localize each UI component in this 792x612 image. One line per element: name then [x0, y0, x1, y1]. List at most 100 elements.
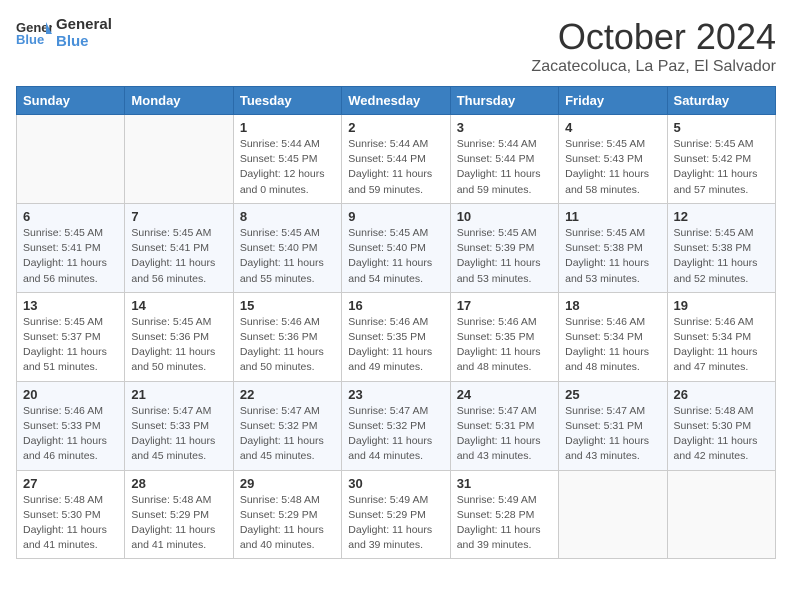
day-number: 13 — [23, 298, 118, 313]
day-cell: 11 Sunrise: 5:45 AM Sunset: 5:38 PM Dayli… — [559, 203, 667, 292]
weekday-header-thursday: Thursday — [450, 87, 558, 115]
weekday-header-monday: Monday — [125, 87, 233, 115]
day-number: 11 — [565, 209, 660, 224]
day-info: Sunrise: 5:45 AM Sunset: 5:38 PM Dayligh… — [674, 226, 769, 287]
location-title: Zacatecoluca, La Paz, El Salvador — [531, 58, 776, 76]
weekday-header-wednesday: Wednesday — [342, 87, 450, 115]
weekday-header-tuesday: Tuesday — [233, 87, 341, 115]
day-cell: 13 Sunrise: 5:45 AM Sunset: 5:37 PM Dayli… — [17, 292, 125, 381]
day-number: 31 — [457, 476, 552, 491]
day-number: 23 — [348, 387, 443, 402]
logo-icon: General Blue — [16, 18, 52, 48]
day-info: Sunrise: 5:46 AM Sunset: 5:33 PM Dayligh… — [23, 404, 118, 465]
day-cell: 20 Sunrise: 5:46 AM Sunset: 5:33 PM Dayli… — [17, 381, 125, 470]
day-number: 12 — [674, 209, 769, 224]
day-cell: 15Sunrise: 5:46 AM Sunset: 5:36 PM Dayli… — [233, 292, 341, 381]
logo: General Blue General Blue — [16, 16, 112, 50]
day-number: 27 — [23, 476, 118, 491]
day-cell: 6 Sunrise: 5:45 AM Sunset: 5:41 PM Daylig… — [17, 203, 125, 292]
day-number: 16 — [348, 298, 443, 313]
logo-text-general: General — [56, 16, 112, 33]
day-cell: 5Sunrise: 5:45 AM Sunset: 5:42 PM Daylig… — [667, 115, 775, 204]
day-info: Sunrise: 5:45 AM Sunset: 5:40 PM Dayligh… — [240, 226, 335, 287]
day-number: 19 — [674, 298, 769, 313]
day-info: Sunrise: 5:45 AM Sunset: 5:38 PM Dayligh… — [565, 226, 660, 287]
week-row-1: 1Sunrise: 5:44 AM Sunset: 5:45 PM Daylig… — [17, 115, 776, 204]
day-number: 4 — [565, 120, 660, 135]
day-info: Sunrise: 5:45 AM Sunset: 5:43 PM Dayligh… — [565, 137, 660, 198]
weekday-header-row: SundayMondayTuesdayWednesdayThursdayFrid… — [17, 87, 776, 115]
day-info: Sunrise: 5:44 AM Sunset: 5:44 PM Dayligh… — [457, 137, 552, 198]
day-info: Sunrise: 5:46 AM Sunset: 5:35 PM Dayligh… — [457, 315, 552, 376]
day-info: Sunrise: 5:47 AM Sunset: 5:31 PM Dayligh… — [457, 404, 552, 465]
weekday-header-saturday: Saturday — [667, 87, 775, 115]
day-number: 9 — [348, 209, 443, 224]
day-cell: 31Sunrise: 5:49 AM Sunset: 5:28 PM Dayli… — [450, 470, 558, 559]
day-info: Sunrise: 5:47 AM Sunset: 5:31 PM Dayligh… — [565, 404, 660, 465]
day-cell: 9 Sunrise: 5:45 AM Sunset: 5:40 PM Daylig… — [342, 203, 450, 292]
day-cell: 12 Sunrise: 5:45 AM Sunset: 5:38 PM Dayli… — [667, 203, 775, 292]
day-number: 28 — [131, 476, 226, 491]
day-number: 3 — [457, 120, 552, 135]
title-block: October 2024 Zacatecoluca, La Paz, El Sa… — [531, 16, 776, 76]
day-cell: 18Sunrise: 5:46 AM Sunset: 5:34 PM Dayli… — [559, 292, 667, 381]
week-row-5: 27 Sunrise: 5:48 AM Sunset: 5:30 PM Dayli… — [17, 470, 776, 559]
day-info: Sunrise: 5:45 AM Sunset: 5:41 PM Dayligh… — [131, 226, 226, 287]
day-cell: 8 Sunrise: 5:45 AM Sunset: 5:40 PM Daylig… — [233, 203, 341, 292]
day-info: Sunrise: 5:48 AM Sunset: 5:29 PM Dayligh… — [240, 493, 335, 554]
day-cell: 29Sunrise: 5:48 AM Sunset: 5:29 PM Dayli… — [233, 470, 341, 559]
day-number: 25 — [565, 387, 660, 402]
day-number: 1 — [240, 120, 335, 135]
day-cell: 16 Sunrise: 5:46 AM Sunset: 5:35 PM Dayli… — [342, 292, 450, 381]
day-cell: 28Sunrise: 5:48 AM Sunset: 5:29 PM Dayli… — [125, 470, 233, 559]
week-row-4: 20 Sunrise: 5:46 AM Sunset: 5:33 PM Dayli… — [17, 381, 776, 470]
day-info: Sunrise: 5:46 AM Sunset: 5:36 PM Dayligh… — [240, 315, 335, 376]
day-info: Sunrise: 5:48 AM Sunset: 5:30 PM Dayligh… — [674, 404, 769, 465]
calendar-table: SundayMondayTuesdayWednesdayThursdayFrid… — [16, 86, 776, 559]
svg-text:Blue: Blue — [16, 32, 44, 47]
day-number: 10 — [457, 209, 552, 224]
day-number: 24 — [457, 387, 552, 402]
day-number: 7 — [131, 209, 226, 224]
day-cell: 27 Sunrise: 5:48 AM Sunset: 5:30 PM Dayli… — [17, 470, 125, 559]
day-info: Sunrise: 5:45 AM Sunset: 5:40 PM Dayligh… — [348, 226, 443, 287]
day-number: 2 — [348, 120, 443, 135]
day-info: Sunrise: 5:47 AM Sunset: 5:33 PM Dayligh… — [131, 404, 226, 465]
weekday-header-friday: Friday — [559, 87, 667, 115]
day-info: Sunrise: 5:46 AM Sunset: 5:35 PM Dayligh… — [348, 315, 443, 376]
day-number: 8 — [240, 209, 335, 224]
day-cell — [667, 470, 775, 559]
logo-text-blue: Blue — [56, 33, 112, 50]
day-number: 5 — [674, 120, 769, 135]
day-number: 22 — [240, 387, 335, 402]
day-cell: 14 Sunrise: 5:45 AM Sunset: 5:36 PM Dayli… — [125, 292, 233, 381]
day-number: 6 — [23, 209, 118, 224]
day-info: Sunrise: 5:47 AM Sunset: 5:32 PM Dayligh… — [348, 404, 443, 465]
day-cell — [17, 115, 125, 204]
page-header: General Blue General Blue October 2024 Z… — [16, 16, 776, 76]
day-cell: 1Sunrise: 5:44 AM Sunset: 5:45 PM Daylig… — [233, 115, 341, 204]
day-info: Sunrise: 5:45 AM Sunset: 5:36 PM Dayligh… — [131, 315, 226, 376]
day-info: Sunrise: 5:47 AM Sunset: 5:32 PM Dayligh… — [240, 404, 335, 465]
day-number: 17 — [457, 298, 552, 313]
day-cell: 24 Sunrise: 5:47 AM Sunset: 5:31 PM Dayli… — [450, 381, 558, 470]
day-cell: 25 Sunrise: 5:47 AM Sunset: 5:31 PM Dayli… — [559, 381, 667, 470]
day-info: Sunrise: 5:44 AM Sunset: 5:44 PM Dayligh… — [348, 137, 443, 198]
day-info: Sunrise: 5:48 AM Sunset: 5:30 PM Dayligh… — [23, 493, 118, 554]
day-cell — [559, 470, 667, 559]
day-cell: 21 Sunrise: 5:47 AM Sunset: 5:33 PM Dayli… — [125, 381, 233, 470]
day-info: Sunrise: 5:49 AM Sunset: 5:29 PM Dayligh… — [348, 493, 443, 554]
day-cell — [125, 115, 233, 204]
day-number: 20 — [23, 387, 118, 402]
day-cell: 17 Sunrise: 5:46 AM Sunset: 5:35 PM Dayli… — [450, 292, 558, 381]
day-number: 21 — [131, 387, 226, 402]
day-number: 14 — [131, 298, 226, 313]
day-cell: 4 Sunrise: 5:45 AM Sunset: 5:43 PM Daylig… — [559, 115, 667, 204]
day-number: 30 — [348, 476, 443, 491]
day-info: Sunrise: 5:46 AM Sunset: 5:34 PM Dayligh… — [565, 315, 660, 376]
day-cell: 7 Sunrise: 5:45 AM Sunset: 5:41 PM Daylig… — [125, 203, 233, 292]
day-info: Sunrise: 5:45 AM Sunset: 5:41 PM Dayligh… — [23, 226, 118, 287]
weekday-header-sunday: Sunday — [17, 87, 125, 115]
day-cell: 26Sunrise: 5:48 AM Sunset: 5:30 PM Dayli… — [667, 381, 775, 470]
day-info: Sunrise: 5:45 AM Sunset: 5:37 PM Dayligh… — [23, 315, 118, 376]
